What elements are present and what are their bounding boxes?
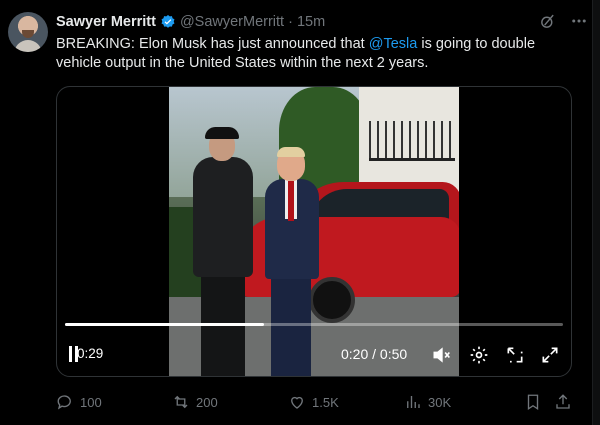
bookmark-icon (527, 394, 539, 411)
share-icon (556, 394, 570, 409)
like-button[interactable]: 1.5K (288, 393, 339, 411)
person2-hair (277, 147, 305, 157)
video-person-black-suit (187, 127, 257, 376)
heart-icon (291, 396, 303, 409)
views-icon (407, 396, 420, 408)
avatar-shirt (14, 40, 42, 52)
author-handle[interactable]: @SawyerMerritt (180, 14, 284, 30)
person1-legs (201, 275, 245, 376)
view-count: 30K (428, 394, 452, 410)
video-person-blue-suit (261, 147, 323, 376)
reply-button[interactable]: 100 (56, 393, 102, 411)
person2-tie (288, 181, 294, 221)
reply-icon (57, 395, 71, 410)
page-scrollbar[interactable] (592, 0, 600, 425)
more-icon[interactable] (570, 12, 588, 30)
like-count: 1.5K (312, 394, 339, 410)
share-button[interactable] (554, 393, 572, 411)
repost-icon (174, 395, 188, 409)
person2-legs (271, 277, 311, 376)
picture-in-picture-icon[interactable] (505, 345, 525, 368)
repost-button[interactable]: 200 (172, 393, 218, 411)
repost-count: 200 (196, 394, 218, 410)
author-name[interactable]: Sawyer Merritt (56, 14, 156, 30)
tweet-text: BREAKING: Elon Musk has just announced t… (56, 35, 576, 73)
bookmark-button[interactable] (524, 393, 542, 411)
video-progress-bar[interactable] (65, 323, 563, 326)
verified-badge-icon[interactable] (160, 14, 176, 30)
video-balcony (369, 121, 455, 161)
settings-icon[interactable] (469, 345, 489, 368)
person1-cap (205, 127, 239, 139)
tweet-header: Sawyer Merritt @SawyerMerritt · 15m (56, 12, 588, 32)
fullscreen-icon[interactable] (540, 345, 560, 368)
separator-dot: · (288, 14, 293, 30)
tesla-mention-link[interactable]: @Tesla (369, 36, 418, 52)
video-progress-fill (65, 323, 265, 326)
video-frame[interactable] (169, 87, 459, 376)
tweet[interactable]: Sawyer Merritt @SawyerMerritt · 15m BREA… (0, 0, 600, 425)
avatar[interactable] (8, 12, 48, 52)
video-time-readout: 0:20 / 0:50 (341, 346, 408, 362)
reply-count: 100 (80, 394, 102, 410)
tweet-actions: 100 200 1.5K 30K (56, 392, 576, 412)
video-elapsed-left: 0:29 (77, 346, 104, 361)
avatar-beard (22, 30, 34, 38)
person1-torso (193, 157, 253, 277)
grok-icon[interactable] (538, 12, 556, 30)
tweet-text-prefix: BREAKING: Elon Musk has just announced t… (56, 36, 369, 52)
tweet-timestamp[interactable]: 15m (297, 14, 325, 30)
mute-icon[interactable] (431, 345, 451, 368)
views-button[interactable]: 30K (404, 393, 451, 411)
video-player[interactable]: 0:29 0:20 / 0:50 (56, 86, 572, 377)
header-actions (538, 12, 588, 30)
